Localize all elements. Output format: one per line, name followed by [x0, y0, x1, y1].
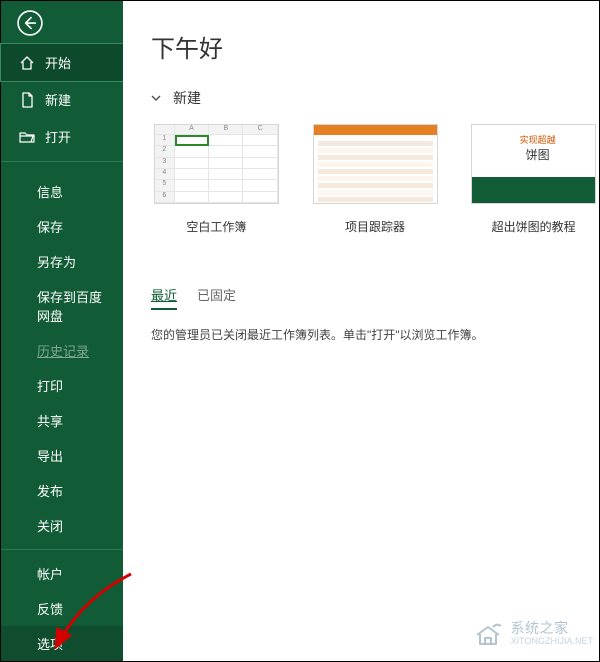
section-label: 新建: [173, 88, 201, 108]
template-thumb: [313, 124, 438, 204]
nav-home[interactable]: 开始: [0, 43, 124, 82]
template-project-tracker[interactable]: 项目跟踪器: [310, 124, 441, 235]
new-doc-icon: [19, 92, 35, 108]
template-thumb: ABC 1 2 3 4 5 6: [154, 124, 279, 204]
nav-info[interactable]: 信息: [1, 174, 123, 209]
main-panel: 下午好 新建 ABC 1 2 3 4 5 6 空白工作簿: [123, 1, 599, 661]
tab-recent[interactable]: 最近: [151, 285, 177, 310]
nav-share[interactable]: 共享: [1, 403, 123, 438]
template-label: 超出饼图的教程: [468, 218, 599, 235]
template-thumb: 实现超越 饼图: [471, 124, 596, 204]
nav-history: 历史记录: [1, 333, 123, 368]
template-blank-workbook[interactable]: ABC 1 2 3 4 5 6 空白工作簿: [151, 124, 282, 235]
home-icon: [19, 55, 35, 71]
watermark-url: XITONGZHIJIA.NET: [511, 637, 593, 647]
nav-bottom: 帐户 反馈 选项: [1, 543, 123, 661]
recent-disabled-message: 您的管理员已关闭最近工作簿列表。单击"打开"以浏览工作簿。: [151, 326, 599, 343]
watermark-logo-icon: [471, 617, 505, 651]
nav-save-baidu[interactable]: 保存到百度网盘: [1, 279, 123, 333]
nav-close[interactable]: 关闭: [1, 508, 123, 543]
nav-account[interactable]: 帐户: [1, 556, 123, 591]
backstage-sidebar: 开始 新建 打开 信息 保存 另存为 保存到百度网盘 历史记录 打印: [1, 1, 123, 661]
template-gallery: ABC 1 2 3 4 5 6 空白工作簿: [151, 124, 599, 235]
nav-export[interactable]: 导出: [1, 438, 123, 473]
sidebar-divider: [1, 549, 123, 550]
template-label: 空白工作簿: [151, 218, 282, 235]
watermark: 系统之家 XITONGZHIJIA.NET: [471, 617, 593, 651]
watermark-title: 系统之家: [511, 621, 593, 636]
new-section-header[interactable]: 新建: [151, 88, 599, 108]
back-button[interactable]: [11, 7, 49, 38]
recent-tabs: 最近 已固定: [151, 285, 599, 310]
nav-label: 开始: [45, 53, 71, 72]
greeting-title: 下午好: [151, 29, 599, 64]
nav-label: 打开: [45, 127, 71, 146]
nav-new[interactable]: 新建: [1, 81, 123, 118]
back-arrow-icon: [17, 10, 43, 36]
nav-label: 新建: [45, 90, 71, 109]
nav-save-as[interactable]: 另存为: [1, 244, 123, 279]
nav-primary: 开始 新建 打开: [1, 44, 123, 155]
template-label: 项目跟踪器: [310, 218, 441, 235]
nav-publish[interactable]: 发布: [1, 473, 123, 508]
chevron-down-icon: [151, 92, 163, 104]
sidebar-divider: [1, 161, 123, 162]
template-pie-tutorial[interactable]: 实现超越 饼图 超出饼图的教程: [468, 124, 599, 235]
tab-pinned[interactable]: 已固定: [197, 285, 236, 310]
nav-open[interactable]: 打开: [1, 118, 123, 155]
nav-feedback[interactable]: 反馈: [1, 591, 123, 626]
folder-open-icon: [19, 129, 35, 145]
nav-options[interactable]: 选项: [1, 626, 123, 661]
nav-secondary: 信息 保存 另存为 保存到百度网盘 历史记录 打印 共享 导出 发布 关闭: [1, 174, 123, 543]
nav-save[interactable]: 保存: [1, 209, 123, 244]
nav-print[interactable]: 打印: [1, 368, 123, 403]
